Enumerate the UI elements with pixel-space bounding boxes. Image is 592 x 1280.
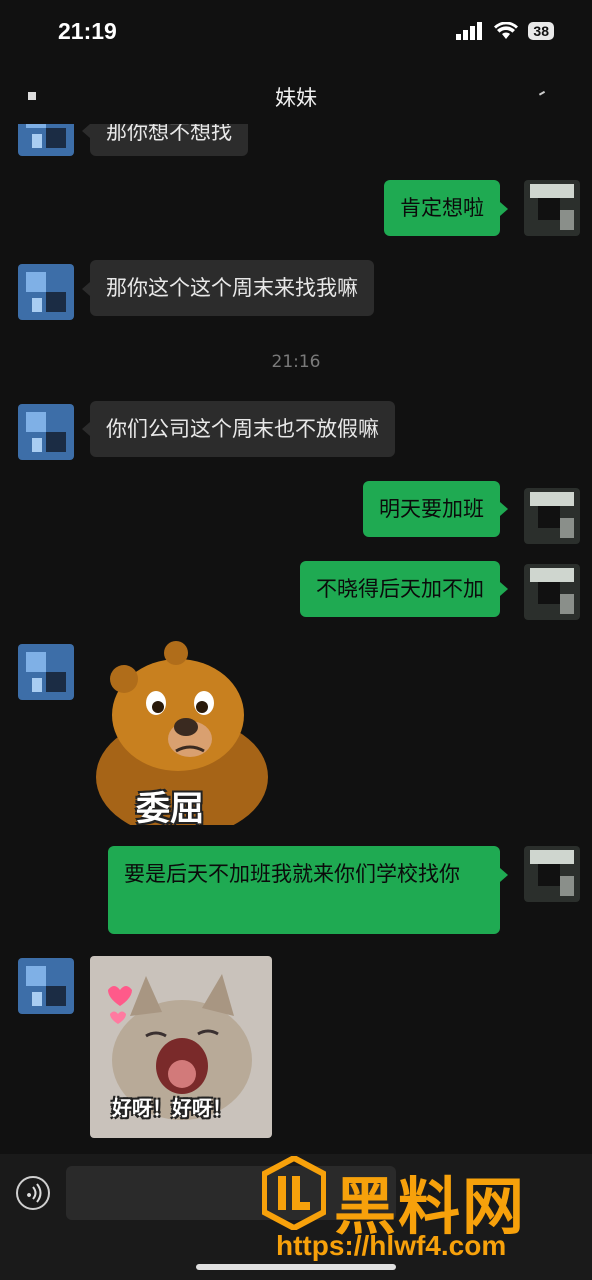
my-avatar[interactable] <box>524 180 580 236</box>
wifi-icon <box>494 22 519 39</box>
watermark-url: https://hlwf4.com <box>276 1230 507 1261</box>
sticker-caption: 委屈 <box>136 789 204 825</box>
contact-avatar[interactable] <box>18 644 74 700</box>
message-text: 肯定想啦 <box>400 196 484 220</box>
sticker-caption: 好呀！好呀！ <box>112 1096 232 1120</box>
bear-sticker[interactable]: 委屈 <box>90 639 272 825</box>
message-text: 不晓得后天加不加 <box>316 577 484 601</box>
message-text: 你们公司这个周末也不放假嘛 <box>106 417 379 441</box>
message-bubble-incoming[interactable]: 那你想不想找 <box>90 124 248 156</box>
message-bubble-incoming[interactable]: 你们公司这个周末也不放假嘛 <box>90 401 395 457</box>
chat-title: 妹妹 <box>275 86 317 110</box>
status-time: 21:19 <box>58 18 117 44</box>
contact-avatar[interactable] <box>18 264 74 320</box>
watermark: 黑料网 https://hlwf4.com <box>262 1156 582 1276</box>
contact-avatar[interactable] <box>18 958 74 1014</box>
message-timestamp: 21:16 <box>271 352 321 372</box>
message-bubble-incoming[interactable]: 那你这个这个周末来找我嘛 <box>90 260 374 316</box>
signal-icon <box>456 22 483 40</box>
message-bubble-outgoing[interactable]: 肯定想啦 <box>384 180 500 236</box>
my-avatar[interactable] <box>524 488 580 544</box>
my-avatar[interactable] <box>524 846 580 902</box>
message-bubble-outgoing[interactable]: 明天要加班 <box>363 481 500 537</box>
cat-sticker[interactable]: 好呀！好呀！ <box>90 956 272 1138</box>
voice-input-icon[interactable] <box>16 1176 50 1210</box>
message-bubble-outgoing[interactable]: 要是后天不加班我就来你们学校找你 <box>108 846 500 934</box>
my-avatar[interactable] <box>524 564 580 620</box>
message-text: 那你想不想找 <box>106 124 232 144</box>
status-bar: 21:19 38 <box>0 0 592 70</box>
message-text: 明天要加班 <box>379 497 484 521</box>
watermark-logo-icon <box>262 1156 326 1230</box>
chat-header: 妹妹 <box>0 70 592 124</box>
status-icons: 38 <box>456 22 554 40</box>
message-bubble-outgoing[interactable]: 不晓得后天加不加 <box>300 561 500 617</box>
message-text: 要是后天不加班我就来你们学校找你 <box>124 862 460 886</box>
contact-avatar[interactable] <box>18 124 74 156</box>
message-text: 那你这个这个周末来找我嘛 <box>106 276 358 300</box>
contact-avatar[interactable] <box>18 404 74 460</box>
message-list[interactable]: 那你想不想找 肯定想啦 那你这个这个周末来找我嘛 21:16 你们公司这个周末也… <box>0 124 592 1154</box>
battery-indicator: 38 <box>528 22 554 40</box>
